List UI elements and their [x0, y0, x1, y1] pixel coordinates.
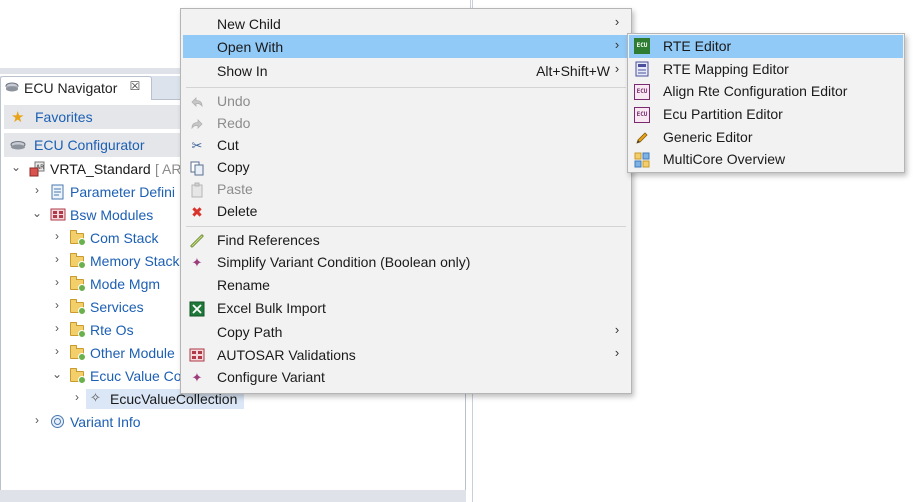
menu-item-paste[interactable]: Paste	[217, 181, 253, 197]
configure-variant-icon: ✦	[191, 370, 203, 385]
submenu-item-multicore-overview[interactable]: MultiCore Overview	[663, 151, 785, 167]
menu-item-open-with[interactable]: Open With	[217, 39, 283, 55]
menu-item-simplify-variant-condition[interactable]: Simplify Variant Condition (Boolean only…	[217, 254, 470, 270]
pencil-icon	[636, 132, 648, 144]
folder-icon	[70, 322, 86, 338]
expand-chevron-icon[interactable]: ⌄	[10, 160, 22, 174]
bsw-modules-icon	[50, 208, 66, 221]
navigator-icon	[5, 82, 19, 92]
submenu-item-rte-mapping-editor[interactable]: RTE Mapping Editor	[663, 61, 789, 77]
panel-bottom-border	[0, 490, 466, 502]
multicore-icon	[634, 152, 650, 168]
tree-item-memory-stack[interactable]: Memory Stack	[90, 253, 179, 269]
menu-item-copy[interactable]: Copy	[217, 159, 250, 175]
menu-item-new-child[interactable]: New Child	[217, 16, 281, 32]
collapse-chevron-icon[interactable]: ›	[51, 321, 63, 335]
sparkle-icon: ✧	[90, 390, 101, 405]
ecu-configurator-label: ECU Configurator	[34, 137, 145, 153]
tree-item-other-modules[interactable]: Other Module	[90, 345, 175, 361]
tree-item-ecuc-value-co[interactable]: Ecuc Value Co	[90, 368, 182, 384]
submenu-item-generic-editor[interactable]: Generic Editor	[663, 129, 752, 145]
variant-info-icon	[51, 415, 64, 428]
collapse-chevron-icon[interactable]: ›	[51, 344, 63, 358]
submenu-item-ecu-partition-editor[interactable]: Ecu Partition Editor	[663, 106, 783, 122]
submenu-arrow-icon: ›	[614, 37, 620, 52]
autosar-validations-icon	[189, 348, 205, 362]
menu-item-find-references[interactable]: Find References	[217, 232, 320, 248]
menu-item-cut[interactable]: Cut	[217, 137, 239, 153]
collapse-chevron-icon[interactable]: ›	[51, 252, 63, 266]
collapse-chevron-icon[interactable]: ›	[71, 390, 83, 404]
menu-item-configure-variant[interactable]: Configure Variant	[217, 369, 325, 385]
tree-item-com-stack[interactable]: Com Stack	[90, 230, 158, 246]
submenu-item-align-rte-configuration-editor[interactable]: Align Rte Configuration Editor	[663, 83, 847, 99]
menu-item-delete[interactable]: Delete	[217, 203, 257, 219]
folder-icon	[70, 276, 86, 292]
paste-icon	[191, 182, 203, 198]
tree-item-vrta-standard[interactable]: VRTA_Standard	[50, 161, 151, 177]
ecu-icon: ECU	[634, 38, 650, 54]
ecu-icon: ECU	[634, 107, 650, 123]
collapse-chevron-icon[interactable]: ›	[51, 229, 63, 243]
tree-item-bsw-modules[interactable]: Bsw Modules	[70, 207, 153, 223]
ecu-icon: ECU	[634, 84, 650, 100]
collapse-chevron-icon[interactable]: ›	[31, 183, 43, 197]
folder-icon	[70, 345, 86, 361]
undo-icon	[191, 97, 203, 108]
submenu-arrow-icon: ›	[614, 61, 620, 76]
menu-item-autosar-validations[interactable]: AUTOSAR Validations	[217, 347, 356, 363]
copy-icon	[190, 161, 204, 176]
menu-item-undo[interactable]: Undo	[217, 93, 250, 109]
tree-item-root-suffix: [ AR	[155, 161, 182, 177]
tree-item-parameter-definitions[interactable]: Parameter Defini	[70, 184, 175, 200]
delete-icon: ✖	[191, 203, 203, 220]
star-icon: ★	[11, 109, 25, 126]
folder-icon	[70, 230, 86, 246]
favorites-label: Favorites	[35, 109, 93, 125]
collapse-chevron-icon[interactable]: ›	[51, 298, 63, 312]
find-references-icon	[190, 234, 204, 248]
expand-chevron-icon[interactable]: ⌄	[51, 367, 63, 381]
folder-icon	[70, 253, 86, 269]
menu-item-rename[interactable]: Rename	[217, 277, 270, 293]
submenu-item-rte-editor[interactable]: RTE Editor	[663, 38, 731, 54]
variant-icon: ✦	[191, 255, 203, 270]
tree-item-variant-info[interactable]: Variant Info	[70, 414, 141, 430]
parameter-definition-icon	[51, 184, 64, 200]
ecu-navigator-tab-label: ECU Navigator	[24, 80, 118, 96]
collapse-chevron-icon[interactable]: ›	[51, 275, 63, 289]
close-icon[interactable]: ☒	[128, 79, 142, 93]
collapse-chevron-icon[interactable]: ›	[31, 413, 43, 427]
menu-separator	[186, 87, 626, 88]
submenu-arrow-icon: ›	[614, 322, 620, 337]
excel-icon	[189, 301, 205, 317]
configurator-icon	[10, 141, 26, 150]
menu-item-excel-bulk-import[interactable]: Excel Bulk Import	[217, 300, 326, 316]
expand-chevron-icon[interactable]: ⌄	[31, 206, 43, 220]
project-icon: AR	[29, 161, 45, 177]
rte-mapping-icon	[635, 61, 649, 77]
menu-item-copy-path[interactable]: Copy Path	[217, 324, 282, 340]
shortcut-show-in: Alt+Shift+W	[536, 63, 610, 79]
submenu-arrow-icon: ›	[614, 345, 620, 360]
folder-icon	[70, 299, 86, 315]
menu-separator	[186, 226, 626, 227]
tree-item-rte-os[interactable]: Rte Os	[90, 322, 134, 338]
tree-item-services[interactable]: Services	[90, 299, 144, 315]
cut-icon: ✂	[191, 138, 203, 153]
menu-item-show-in[interactable]: Show In	[217, 63, 268, 79]
submenu-arrow-icon: ›	[614, 14, 620, 29]
folder-icon	[70, 368, 86, 384]
tree-item-mode-mgm[interactable]: Mode Mgm	[90, 276, 160, 292]
menu-item-redo[interactable]: Redo	[217, 115, 250, 131]
redo-icon	[191, 119, 203, 130]
